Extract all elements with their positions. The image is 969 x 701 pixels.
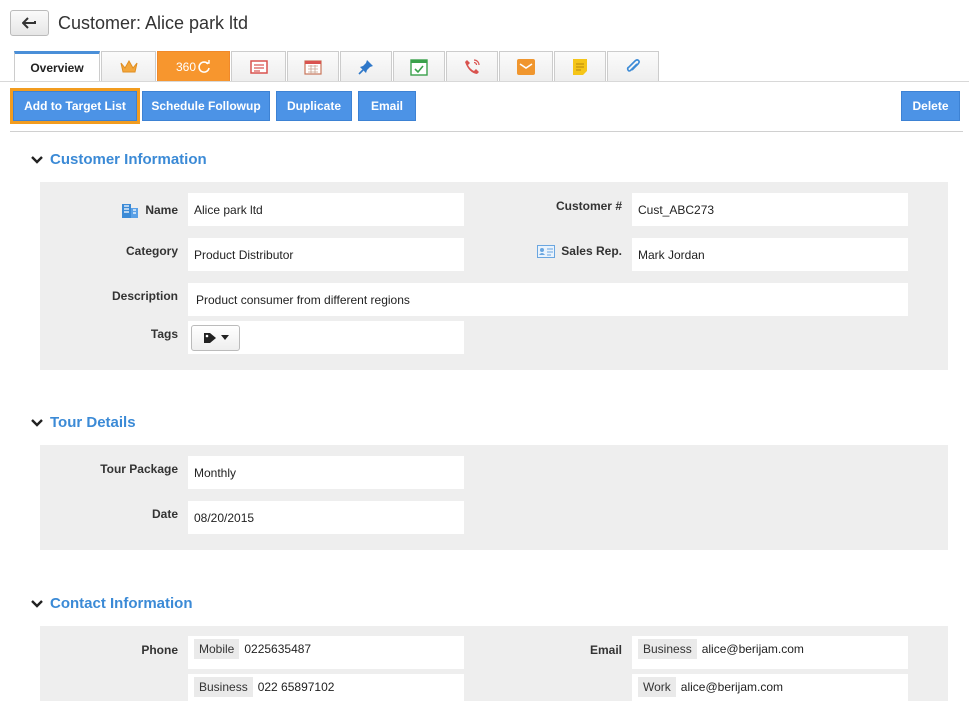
building-icon bbox=[122, 203, 139, 218]
tab-overview-label: Overview bbox=[30, 61, 84, 75]
email-type-badge: Work bbox=[638, 677, 676, 697]
sales-rep-field[interactable]: Mark Jordan bbox=[632, 238, 908, 271]
page-title: Customer: Alice park ltd bbox=[58, 12, 249, 33]
refresh-icon bbox=[198, 59, 210, 73]
contact-info-panel: Phone Mobile 0225635487 Business 022 658… bbox=[40, 626, 948, 701]
email-field-work[interactable]: Work alice@berijam.com bbox=[632, 674, 908, 701]
section-title: Tour Details bbox=[50, 414, 136, 431]
chevron-down-icon bbox=[30, 153, 44, 167]
id-card-icon bbox=[537, 244, 556, 258]
tags-field[interactable] bbox=[188, 321, 464, 354]
chevron-down-icon bbox=[30, 416, 44, 430]
description-field[interactable]: Product consumer from different regions bbox=[188, 283, 908, 316]
name-field[interactable]: Alice park ltd bbox=[188, 193, 464, 226]
tour-package-field[interactable]: Monthly bbox=[188, 456, 464, 489]
tab-pin[interactable] bbox=[340, 51, 392, 81]
customer-number-field[interactable]: Cust_ABC273 bbox=[632, 193, 908, 226]
mail-icon bbox=[517, 58, 535, 75]
category-field[interactable]: Product Distributor bbox=[188, 238, 464, 271]
phone-type-badge: Mobile bbox=[194, 639, 240, 659]
sales-rep-label-text: Sales Rep. bbox=[561, 244, 622, 258]
tab-calendar-check[interactable] bbox=[393, 51, 445, 81]
customer-info-header[interactable]: Customer Information bbox=[30, 151, 207, 168]
phone-type-badge: Business bbox=[194, 677, 253, 697]
tab-crown[interactable] bbox=[101, 51, 156, 81]
email-value: alice@berijam.com bbox=[701, 642, 804, 656]
tag-dropdown-button[interactable] bbox=[191, 324, 240, 351]
sales-rep-label: Sales Rep. bbox=[520, 238, 622, 264]
section-title: Contact Information bbox=[50, 595, 193, 612]
customer-number-label: Customer # bbox=[555, 199, 622, 213]
tab-list[interactable] bbox=[231, 51, 286, 81]
tour-details-panel: Tour Package Monthly Date 08/20/2015 bbox=[40, 445, 948, 550]
list-card-icon bbox=[249, 59, 268, 74]
tour-details-header[interactable]: Tour Details bbox=[30, 414, 136, 431]
tab-360-label: 360 bbox=[175, 59, 197, 74]
tags-label: Tags bbox=[150, 327, 178, 341]
calendar-icon bbox=[304, 59, 322, 75]
delete-button[interactable]: Delete bbox=[901, 91, 960, 121]
crown-icon bbox=[120, 59, 137, 72]
tab-overview[interactable]: Overview bbox=[14, 51, 100, 82]
phone-icon bbox=[465, 58, 480, 74]
email-label: Email bbox=[589, 643, 622, 657]
tour-package-label: Tour Package bbox=[100, 462, 178, 476]
tab-phone[interactable] bbox=[446, 51, 498, 81]
tag-icon bbox=[203, 332, 216, 343]
phone-field-business[interactable]: Business 022 65897102 bbox=[188, 674, 464, 701]
back-button[interactable] bbox=[10, 10, 49, 36]
pin-icon bbox=[358, 59, 373, 75]
name-label: Name bbox=[100, 193, 178, 226]
name-label-text: Name bbox=[145, 202, 178, 217]
tab-bar: Overview 360 bbox=[14, 51, 660, 82]
top-bar: Customer: Alice park ltd bbox=[10, 10, 248, 36]
schedule-followup-button[interactable]: Schedule Followup bbox=[142, 91, 270, 121]
phone-value: 0225635487 bbox=[244, 642, 312, 656]
section-title: Customer Information bbox=[50, 151, 207, 168]
add-to-target-list-button[interactable]: Add to Target List bbox=[10, 88, 140, 124]
contact-info-header[interactable]: Contact Information bbox=[30, 595, 193, 612]
paperclip-icon bbox=[626, 58, 640, 72]
email-value: alice@berijam.com bbox=[680, 680, 783, 694]
actions-divider bbox=[10, 131, 963, 132]
tab-attachment[interactable] bbox=[607, 51, 659, 81]
email-field-business[interactable]: Business alice@berijam.com bbox=[632, 636, 908, 669]
chevron-down-icon bbox=[30, 597, 44, 611]
duplicate-button[interactable]: Duplicate bbox=[276, 91, 352, 121]
tabs-divider bbox=[0, 81, 969, 82]
tab-note[interactable] bbox=[554, 51, 606, 81]
email-button[interactable]: Email bbox=[358, 91, 416, 121]
back-arrow-icon bbox=[21, 17, 36, 29]
phone-field-mobile[interactable]: Mobile 0225635487 bbox=[188, 636, 464, 669]
caret-down-icon bbox=[220, 335, 229, 340]
date-field[interactable]: 08/20/2015 bbox=[188, 501, 464, 534]
tab-360[interactable]: 360 bbox=[157, 51, 230, 81]
date-label: Date bbox=[151, 507, 178, 521]
note-icon bbox=[573, 58, 587, 75]
calendar-check-icon bbox=[410, 58, 428, 76]
customer-info-panel: Name Alice park ltd Customer # Cust_ABC2… bbox=[40, 182, 948, 370]
category-label: Category bbox=[125, 244, 178, 258]
email-type-badge: Business bbox=[638, 639, 697, 659]
tab-calendar[interactable] bbox=[287, 51, 339, 81]
description-label: Description bbox=[111, 289, 178, 303]
tab-mail[interactable] bbox=[499, 51, 553, 81]
phone-value: 022 65897102 bbox=[257, 680, 335, 694]
action-toolbar: Add to Target List Schedule Followup Dup… bbox=[0, 88, 969, 124]
phone-label: Phone bbox=[141, 643, 178, 657]
